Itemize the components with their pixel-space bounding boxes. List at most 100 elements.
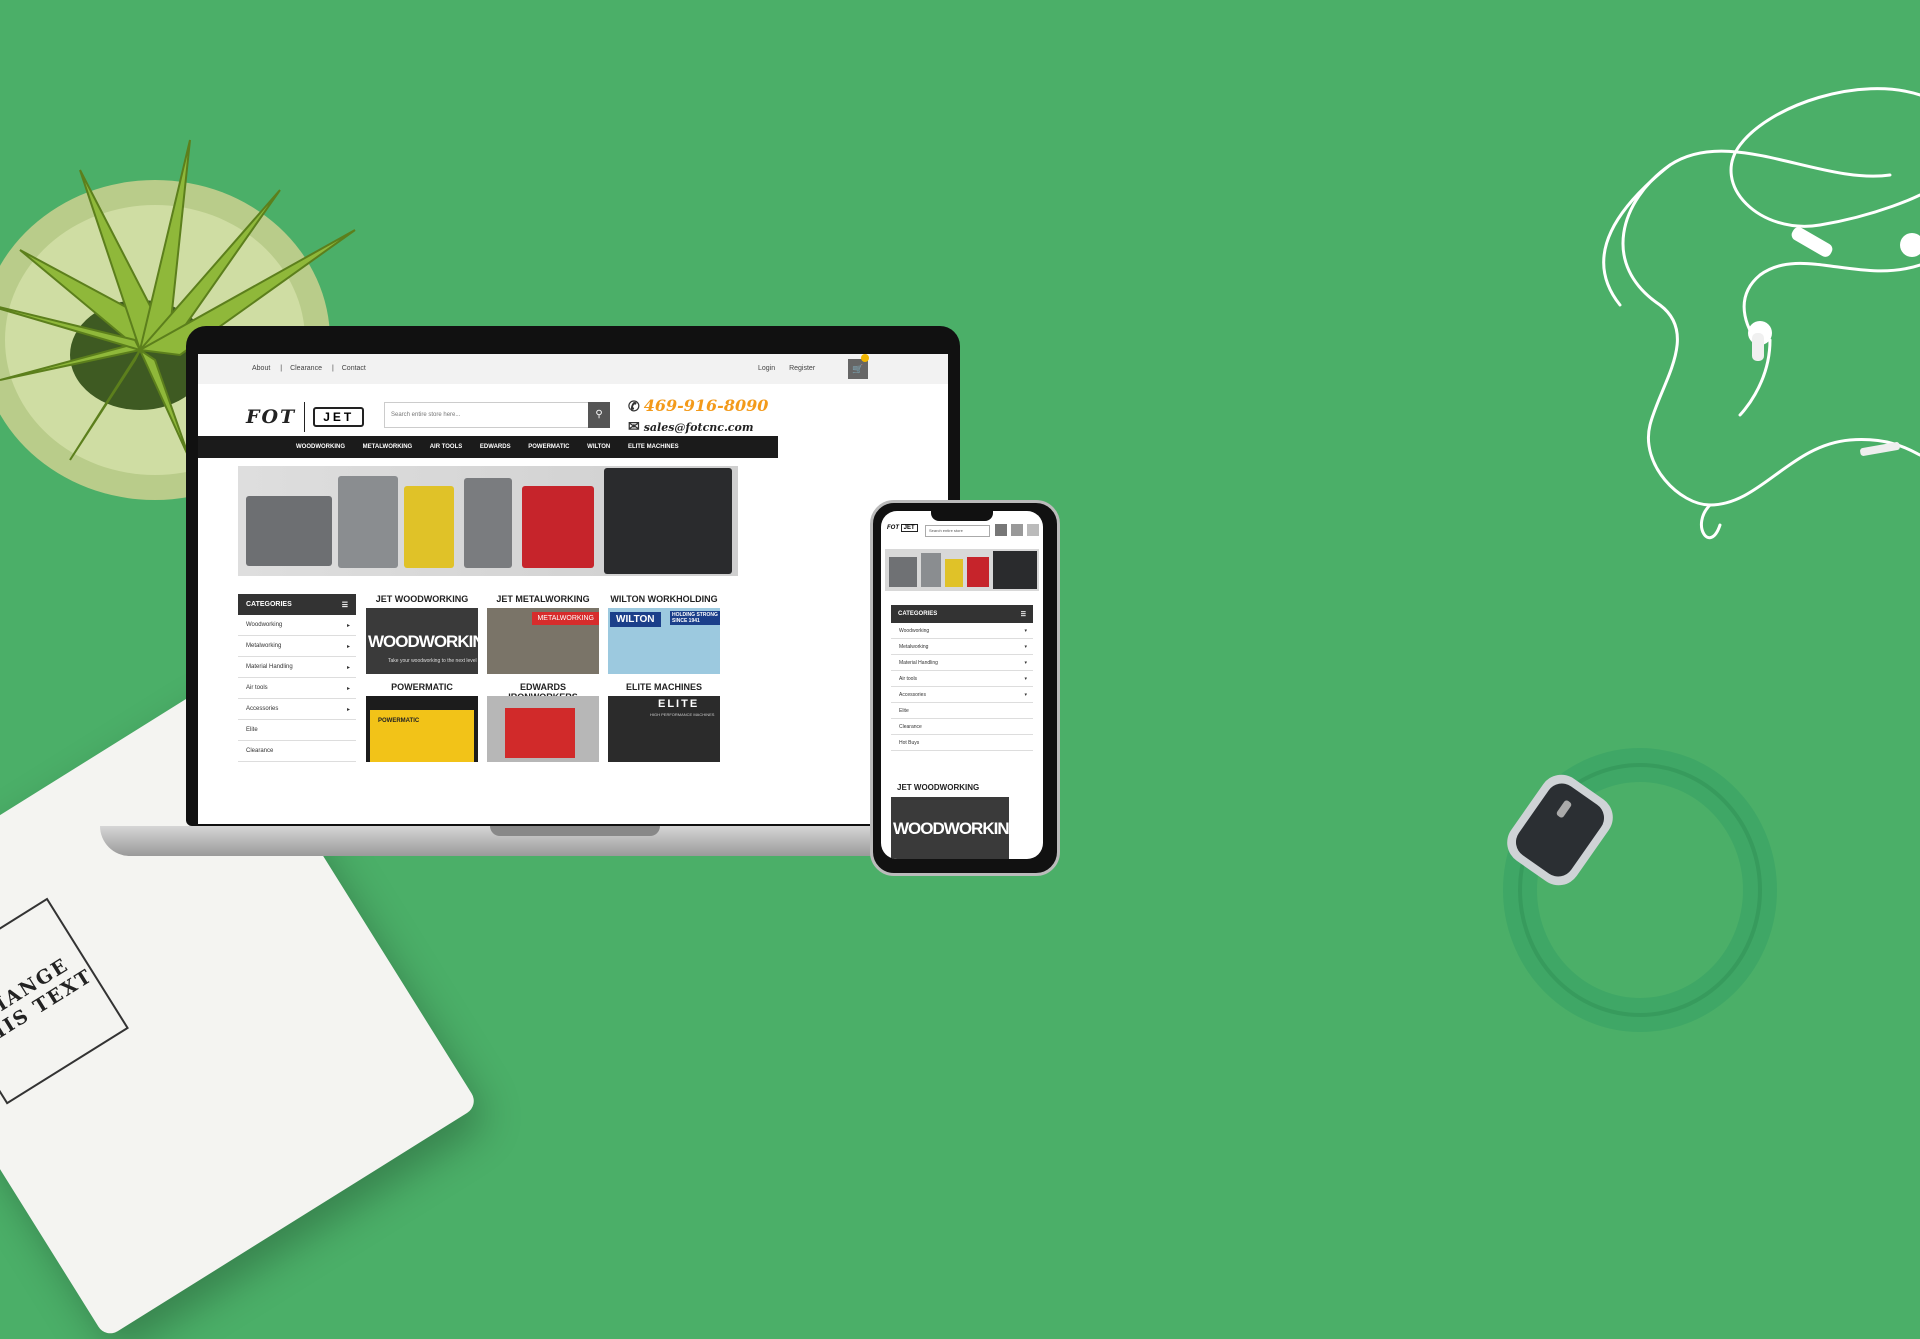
mobile-category-accessories[interactable]: Accessories ▾ (891, 687, 1033, 703)
tile-powermatic[interactable]: POWERMATIC POWERMATIC (366, 682, 478, 762)
tile-image-badge: HOLDING STRONG SINCE 1941 (670, 611, 720, 625)
cart-icon[interactable]: 🛒 (848, 359, 868, 379)
auth-links: Login Register (758, 365, 827, 372)
category-label: Elite (899, 708, 909, 714)
tile-edwards-ironworkers[interactable]: EDWARDS IRONWORKERS (487, 682, 599, 762)
tile-elite-machines[interactable]: ELITE MACHINES ELITE HIGH PERFORMANCE MA… (608, 682, 720, 762)
nav-elite-machines[interactable]: ELITE MACHINES (628, 444, 679, 450)
tile-image: WILTON HOLDING STRONG SINCE 1941 (608, 608, 720, 674)
tile-image: WOODWORKING Take your woodworking to the… (366, 608, 478, 674)
mobile-search-input[interactable]: Search entire store (925, 525, 990, 537)
category-label: Woodworking (246, 622, 283, 628)
cart-count-badge (861, 354, 869, 362)
tile-image-subtext: HIGH PERFORMANCE MACHINES (650, 712, 715, 717)
tile-title: POWERMATIC (391, 682, 453, 692)
mobile-category-material-handling[interactable]: Material Handling ▾ (891, 655, 1033, 671)
mobile-tile-image-text: WOODWORKING (893, 819, 1022, 838)
category-elite[interactable]: Elite (238, 720, 356, 741)
mobile-hero-machine (967, 557, 989, 587)
nav-metalworking[interactable]: METALWORKING (363, 444, 413, 450)
mobile-logo[interactable]: FOT JET (887, 524, 918, 532)
category-woodworking[interactable]: Woodworking ▸ (238, 615, 356, 636)
site-topbar: About | Clearance | Contact Login Register… (198, 354, 948, 384)
category-label: Woodworking (899, 628, 930, 634)
category-label: Material Handling (899, 660, 938, 666)
tile-image: POWERMATIC (366, 696, 478, 762)
hero-banner[interactable] (238, 466, 738, 576)
category-accessories[interactable]: Accessories ▸ (238, 699, 356, 720)
contact-email[interactable]: ✉ sales@fotcnc.com (628, 419, 753, 435)
smartphone-device: FOT JET Search entire store CATEGORIES ☰ … (870, 500, 1060, 876)
category-air-tools[interactable]: Air tools ▸ (238, 678, 356, 699)
tile-image-text: POWERMATIC (378, 718, 420, 724)
mobile-categories-header[interactable]: CATEGORIES ☰ (891, 605, 1033, 623)
mobile-tile-title[interactable]: JET WOODWORKING (897, 783, 979, 792)
chevron-right-icon: ▸ (346, 686, 350, 692)
nav-edwards[interactable]: EDWARDS (480, 444, 511, 450)
top-link-clearance[interactable]: Clearance (290, 365, 322, 372)
nav-air-tools[interactable]: AIR TOOLS (430, 444, 463, 450)
mobile-menu-icon[interactable] (1027, 524, 1039, 536)
smartwatch-decoration (1503, 748, 1777, 1032)
tile-image-panel (505, 708, 575, 758)
mobile-category-elite[interactable]: Elite (891, 703, 1033, 719)
category-label: Metalworking (246, 643, 282, 649)
tile-wilton-workholding[interactable]: WILTON WORKHOLDING WILTON HOLDING STRONG… (608, 594, 720, 674)
category-metalworking[interactable]: Metalworking ▸ (238, 636, 356, 657)
chevron-right-icon: ▸ (346, 623, 350, 629)
category-clearance[interactable]: Clearance (238, 741, 356, 762)
mobile-logo-fot: FOT (887, 525, 899, 531)
site-logo[interactable]: FOT JET (246, 402, 365, 432)
mobile-category-metalworking[interactable]: Metalworking ▾ (891, 639, 1033, 655)
nav-powermatic[interactable]: POWERMATIC (528, 444, 569, 450)
mobile-hero-banner[interactable] (885, 549, 1039, 591)
tile-image: METALWORKING (487, 608, 599, 674)
logo-fot: FOT (246, 406, 297, 428)
tile-image (487, 696, 599, 762)
ironworker-image (522, 486, 594, 568)
categories-title: CATEGORIES (246, 601, 292, 608)
category-label: Elite (246, 727, 258, 733)
mobile-hero-machine (993, 551, 1037, 589)
tile-jet-woodworking[interactable]: JET WOODWORKING WOODWORKING Take your wo… (366, 594, 478, 674)
top-link-contact[interactable]: Contact (342, 365, 366, 372)
chevron-down-icon: ▾ (1024, 628, 1027, 634)
mobile-account-icon[interactable] (1011, 524, 1023, 536)
register-link[interactable]: Register (789, 365, 815, 372)
tile-title: WILTON WORKHOLDING (610, 594, 718, 604)
tile-title: EDWARDS IRONWORKERS (508, 682, 578, 702)
top-link-about[interactable]: About (252, 365, 270, 372)
sander-image (404, 486, 454, 568)
mobile-category-clearance[interactable]: Clearance (891, 719, 1033, 735)
contact-phone[interactable]: ✆ 469-916-8090 (628, 396, 768, 415)
mill-image (338, 476, 398, 568)
logo-jet: JET (313, 407, 365, 427)
phone-notch (931, 511, 993, 521)
mobile-tile-image[interactable]: WOODWORKING (891, 797, 1022, 859)
category-label: Accessories (899, 692, 926, 698)
mobile-search-icon[interactable] (995, 524, 1007, 536)
categories-sidebar: CATEGORIES ☰ Woodworking ▸ Metalworking ▸ M… (238, 594, 356, 824)
login-link[interactable]: Login (758, 365, 775, 372)
earphones-decoration (1602, 87, 1920, 540)
search-icon[interactable]: ⚲ (588, 402, 610, 428)
search-placeholder: Search entire store here... (391, 412, 461, 418)
category-label: Air tools (246, 685, 268, 691)
mobile-search-placeholder: Search entire store (929, 528, 963, 533)
search-input[interactable]: Search entire store here... (384, 402, 596, 428)
nav-wilton[interactable]: WILTON (587, 444, 610, 450)
mobile-category-woodworking[interactable]: Woodworking ▾ (891, 623, 1033, 639)
tile-title: ELITE MACHINES (625, 682, 702, 692)
category-material-handling[interactable]: Material Handling ▸ (238, 657, 356, 678)
mobile-category-hot-buys[interactable]: Hot Buys (891, 735, 1033, 751)
tile-image-text: WILTON (610, 612, 661, 627)
main-nav: WOODWORKING METALWORKING AIR TOOLS EDWAR… (198, 436, 778, 458)
chevron-right-icon: ▸ (346, 707, 350, 713)
mobile-category-air-tools[interactable]: Air tools ▾ (891, 671, 1033, 687)
categories-header[interactable]: CATEGORIES ☰ (238, 594, 356, 615)
chevron-right-icon: ▸ (346, 644, 350, 650)
chevron-down-icon: ▾ (1024, 660, 1027, 666)
grinder-image (464, 478, 512, 568)
nav-woodworking[interactable]: WOODWORKING (296, 444, 345, 450)
tile-jet-metalworking[interactable]: JET METALWORKING METALWORKING (487, 594, 599, 674)
